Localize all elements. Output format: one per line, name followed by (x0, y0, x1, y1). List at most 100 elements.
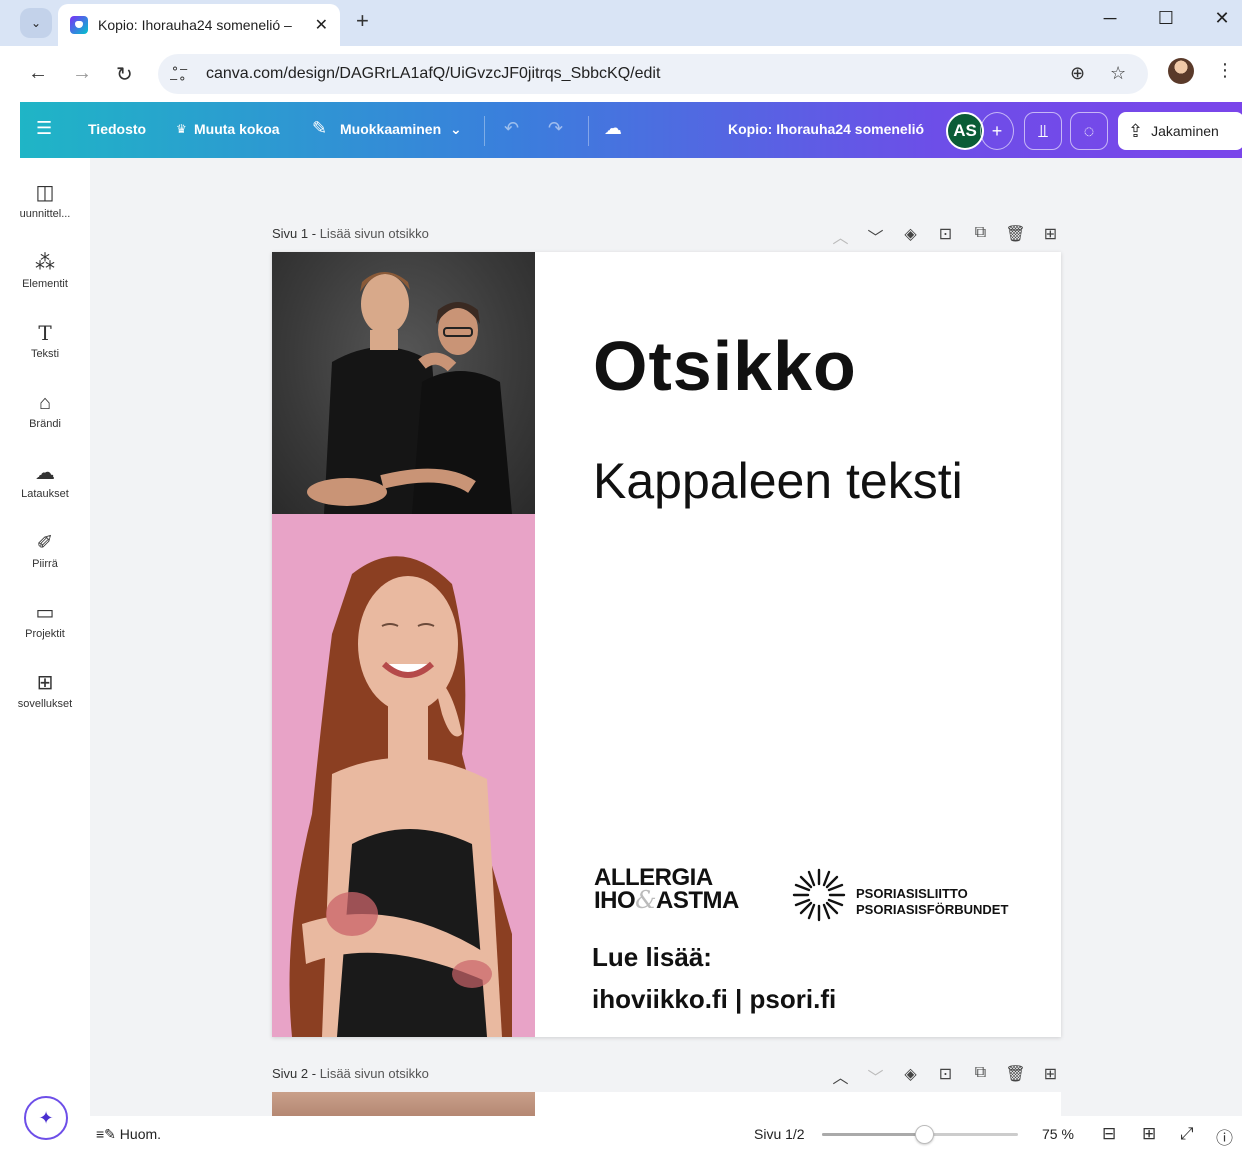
elements-icon: ⁂ (35, 252, 55, 274)
help-icon[interactable]: ⓘ (1216, 1124, 1233, 1149)
hide-page-icon[interactable]: ◈ (900, 1064, 921, 1088)
page-2-header[interactable]: Sivu 2 - Lisää sivun otsikko (272, 1066, 429, 1081)
redo-icon[interactable]: ↷ (548, 118, 563, 139)
zoom-slider[interactable] (822, 1125, 1018, 1144)
browser-menu-icon[interactable]: ⋮ (1216, 60, 1234, 81)
bookmark-star-icon[interactable]: ☆ (1110, 63, 1126, 84)
insights-chart-icon[interactable]: ⫫ (1024, 112, 1062, 150)
window-close-icon[interactable]: ✕ (1202, 8, 1242, 29)
apps-icon: ⊞ (36, 672, 54, 694)
design-headline[interactable]: Otsikko (593, 326, 857, 406)
page-1-toolbar: ︿ ﹀ ◈ ⊡ ⧉ 🗑 ⊞ (830, 224, 1061, 248)
psoriasisliitto-logo-text[interactable]: PSORIASISLIITTO PSORIASISFÖRBUNDET (856, 886, 1008, 918)
duplicate-page-icon[interactable]: ⧉ (970, 224, 991, 248)
sidebar-item-text[interactable]: T Teksti (0, 322, 90, 360)
divider (588, 116, 589, 146)
url-text: canva.com/design/DAGRrLA1afQ/UiGvzcJF0ji… (206, 65, 661, 82)
sidebar-item-draw[interactable]: ✐ Piirrä (0, 532, 90, 570)
share-upload-icon: ⇪ (1128, 120, 1144, 141)
zoom-slider-fill (822, 1133, 924, 1136)
add-page-icon[interactable]: ⊞ (1040, 224, 1061, 248)
cloud-saved-icon[interactable]: ☁ (604, 118, 622, 139)
delete-page-icon[interactable]: 🗑 (1005, 1064, 1026, 1088)
page-1-header[interactable]: Sivu 1 - Lisää sivun otsikko (272, 226, 429, 241)
forward-icon[interactable]: → (72, 62, 92, 85)
zoom-magnifier-icon[interactable]: ⊕ (1070, 63, 1085, 84)
move-page-down-icon[interactable]: ﹀ (865, 224, 886, 248)
notes-button[interactable]: ≡✎ Huom. (96, 1126, 161, 1143)
lock-page-icon[interactable]: ⊡ (935, 1064, 956, 1088)
left-sidebar: ◫ uunnittel... ⁂ Elementit T Teksti ⌂ Br… (0, 158, 90, 1118)
site-settings-icon[interactable]: ⚬‒ ‒⚬ (170, 63, 194, 85)
maximize-icon[interactable]: ☐ (1146, 8, 1186, 29)
read-more-text[interactable]: Lue lisää: (592, 942, 712, 973)
grid-view-icon[interactable]: ⊞ (1142, 1124, 1156, 1144)
editing-chevron-down-icon[interactable]: ⌄ (450, 121, 462, 138)
sidebar-item-design[interactable]: ◫ uunnittel... (0, 182, 90, 220)
move-page-up-icon[interactable]: ︿ (830, 224, 851, 248)
uploads-icon: ☁ (35, 462, 55, 484)
editing-mode-button[interactable]: Muokkaaminen (340, 121, 441, 137)
zoom-level[interactable]: 75 % (1042, 1126, 1074, 1142)
photo-woman-smiling[interactable] (272, 514, 535, 1037)
reload-icon[interactable]: ↻ (116, 62, 133, 87)
hide-page-icon[interactable]: ◈ (900, 224, 921, 248)
design-page-2[interactable] (272, 1092, 1061, 1116)
undo-icon[interactable]: ↶ (504, 118, 519, 139)
resize-button[interactable]: Muuta kokoa (194, 121, 280, 137)
photo-two-people[interactable] (272, 252, 535, 514)
tab-search-chevron-icon[interactable]: ⌄ (20, 8, 52, 38)
magic-assistant-sparkle-icon[interactable]: ✦ (24, 1096, 68, 1140)
tab-close-icon[interactable]: ✕ (315, 15, 328, 35)
photo-woman-illustration (272, 514, 535, 1037)
share-label: Jakaminen (1151, 123, 1219, 139)
sidebar-item-uploads[interactable]: ☁ Lataukset (0, 462, 90, 500)
canva-header: ☰ Tiedosto ♛ Muuta kokoa ✎ Muokkaaminen … (20, 102, 1242, 158)
back-icon[interactable]: ← (28, 62, 48, 85)
allergia-iho-astma-logo[interactable]: ALLERGIA IHO&ASTMA (594, 866, 739, 913)
design-icon: ◫ (35, 182, 55, 204)
canva-favicon-icon (70, 16, 88, 34)
page-2-toolbar: ︿ ﹀ ◈ ⊡ ⧉ 🗑 ⊞ (830, 1064, 1061, 1088)
duplicate-page-icon[interactable]: ⧉ (970, 1064, 991, 1088)
page-view-icon[interactable]: ⊟ (1102, 1124, 1116, 1144)
delete-page-icon[interactable]: 🗑 (1005, 224, 1026, 248)
browser-tab[interactable]: Kopio: Ihorauha24 somenelió – ✕ (58, 4, 340, 46)
photo-two-people-illustration (307, 272, 512, 514)
design-body-text[interactable]: Kappaleen teksti (593, 452, 963, 510)
lock-page-icon[interactable]: ⊡ (935, 224, 956, 248)
tab-title: Kopio: Ihorauha24 somenelió – (98, 17, 292, 33)
share-button[interactable]: ⇪ Jakaminen (1118, 112, 1242, 150)
sidebar-item-elements[interactable]: ⁂ Elementit (0, 252, 90, 290)
comment-icon[interactable]: ◌ (1070, 112, 1108, 150)
crown-icon: ♛ (176, 122, 187, 136)
page-2-photo[interactable] (272, 1092, 535, 1116)
add-page-icon[interactable]: ⊞ (1040, 1064, 1061, 1088)
divider (484, 116, 485, 146)
psoriasisliitto-sunburst-logo-icon[interactable] (790, 866, 848, 924)
fullscreen-icon[interactable]: ⤢ (1180, 1124, 1194, 1144)
design-canvas[interactable]: Sivu 1 - Lisää sivun otsikko ︿ ﹀ ◈ ⊡ ⧉ 🗑… (90, 158, 1242, 1116)
page-indicator[interactable]: Sivu 1/2 (754, 1126, 805, 1142)
browser-tab-strip: ⌄ Kopio: Ihorauha24 somenelió – ✕ + ─ ☐ … (0, 0, 1242, 46)
draw-icon: ✐ (36, 532, 54, 554)
new-tab-button[interactable]: + (356, 8, 369, 34)
design-page-1[interactable]: Otsikko Kappaleen teksti ALLERGIA IHO&AS… (272, 252, 1061, 1037)
zoom-slider-handle[interactable] (914, 1125, 934, 1144)
design-title[interactable]: Kopio: Ihorauha24 somenelió (728, 121, 924, 137)
profile-avatar-icon[interactable] (1168, 58, 1194, 84)
text-icon: T (38, 321, 52, 345)
browser-toolbar: ← → ↻ ⚬‒ ‒⚬ canva.com/design/DAGRrLA1afQ/… (0, 46, 1242, 102)
move-page-up-icon[interactable]: ︿ (830, 1064, 851, 1088)
links-text[interactable]: ihoviikko.fi | psori.fi (592, 984, 836, 1015)
sidebar-item-projects[interactable]: ▭ Projektit (0, 602, 90, 640)
minimize-icon[interactable]: ─ (1090, 8, 1130, 29)
hamburger-menu-icon[interactable]: ☰ (36, 118, 52, 139)
file-menu-button[interactable]: Tiedosto (88, 121, 146, 137)
user-avatar[interactable]: AS (946, 112, 984, 150)
sidebar-item-brand[interactable]: ⌂ Brändi (0, 392, 90, 430)
sidebar-item-apps[interactable]: ⊞ sovellukset (0, 672, 90, 710)
move-page-down-icon[interactable]: ﹀ (865, 1064, 886, 1088)
add-collaborator-button[interactable]: + (980, 112, 1014, 150)
address-bar[interactable]: ⚬‒ ‒⚬ canva.com/design/DAGRrLA1afQ/UiGvzc… (158, 54, 1148, 94)
